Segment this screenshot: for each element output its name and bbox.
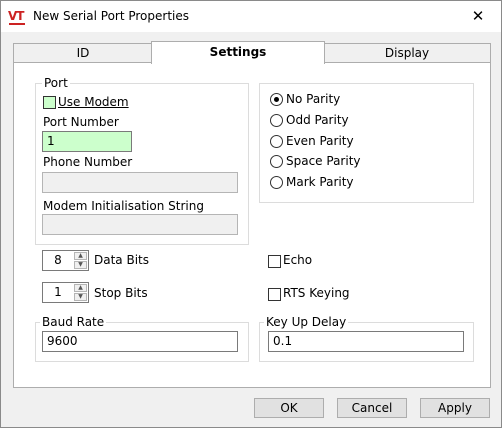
spin-down-icon[interactable]: ▼ (74, 293, 87, 301)
no-parity-label[interactable]: No Parity (286, 92, 340, 106)
odd-parity-radio[interactable] (270, 114, 283, 127)
apply-button[interactable]: Apply (420, 398, 490, 418)
phone-number-field[interactable] (42, 172, 238, 193)
mark-parity-label[interactable]: Mark Parity (286, 175, 354, 189)
ok-button[interactable]: OK (254, 398, 324, 418)
echo-checkbox[interactable] (268, 255, 281, 268)
use-modem-label[interactable]: Use Modem (58, 95, 129, 109)
baud-rate-label: Baud Rate (40, 315, 107, 329)
odd-parity-label[interactable]: Odd Parity (286, 113, 349, 127)
even-parity-label[interactable]: Even Parity (286, 134, 354, 148)
settings-panel: Port Use Modem Port Number 1 Phone Numbe… (13, 62, 491, 388)
close-icon[interactable]: ✕ (455, 1, 501, 32)
stop-bits-arrows: ▲ ▼ (74, 284, 87, 301)
rts-keying-label[interactable]: RTS Keying (283, 286, 350, 300)
space-parity-radio[interactable] (270, 155, 283, 168)
phone-number-label: Phone Number (43, 155, 133, 169)
port-number-field[interactable]: 1 (42, 131, 132, 152)
app-logo-icon: VT (8, 9, 26, 25)
key-up-delay-label: Key Up Delay (264, 315, 349, 329)
space-parity-label[interactable]: Space Parity (286, 154, 361, 168)
modem-init-label: Modem Initialisation String (43, 199, 204, 213)
port-group-title: Port (42, 76, 70, 90)
modem-init-field[interactable] (42, 214, 238, 235)
cancel-button[interactable]: Cancel (337, 398, 407, 418)
key-up-delay-field[interactable]: 0.1 (268, 331, 464, 352)
spin-up-icon[interactable]: ▲ (74, 284, 87, 292)
spin-up-icon[interactable]: ▲ (74, 252, 87, 260)
window-title: New Serial Port Properties (33, 9, 190, 23)
stop-bits-label: Stop Bits (94, 286, 148, 300)
echo-label[interactable]: Echo (283, 253, 312, 267)
tab-bar: ID Settings Display (13, 41, 491, 64)
stop-bits-value[interactable]: 1 (43, 283, 73, 302)
dialog-window: VT New Serial Port Properties ✕ ID Setti… (0, 0, 502, 428)
data-bits-label: Data Bits (94, 253, 149, 267)
data-bits-spinner[interactable]: 8 ▲ ▼ (42, 250, 89, 271)
data-bits-arrows: ▲ ▼ (74, 252, 87, 269)
baud-rate-field[interactable]: 9600 (42, 331, 238, 352)
tab-id[interactable]: ID (13, 43, 153, 62)
use-modem-checkbox[interactable] (43, 96, 56, 109)
port-number-label: Port Number (43, 115, 119, 129)
title-bar[interactable]: VT New Serial Port Properties ✕ (1, 1, 501, 32)
rts-keying-checkbox[interactable] (268, 288, 281, 301)
even-parity-radio[interactable] (270, 135, 283, 148)
tab-settings[interactable]: Settings (151, 41, 325, 64)
stop-bits-spinner[interactable]: 1 ▲ ▼ (42, 282, 89, 303)
data-bits-value[interactable]: 8 (43, 251, 73, 270)
mark-parity-radio[interactable] (270, 176, 283, 189)
tab-display[interactable]: Display (323, 43, 491, 62)
spin-down-icon[interactable]: ▼ (74, 261, 87, 269)
no-parity-radio[interactable] (270, 93, 283, 106)
